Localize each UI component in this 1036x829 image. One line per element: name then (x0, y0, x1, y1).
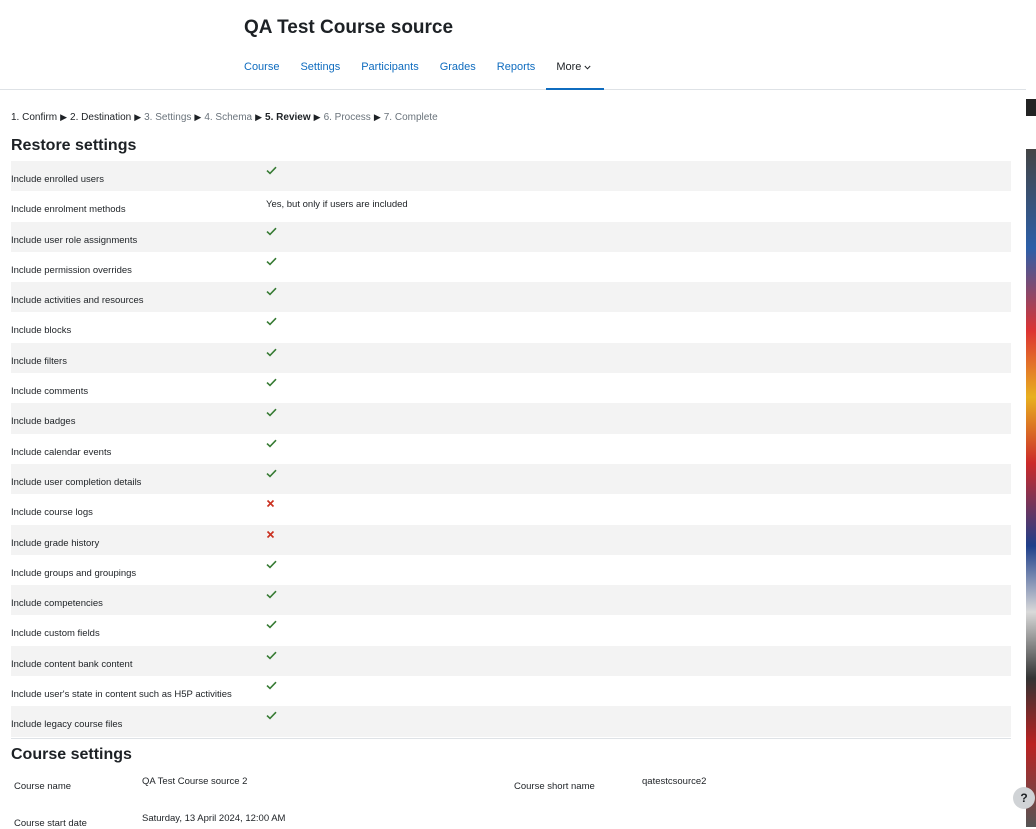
course-name-value: QA Test Course source 2 (142, 776, 248, 787)
check-icon (266, 469, 277, 481)
setting-label: Include permission overrides (11, 264, 132, 276)
breadcrumb-step-schema: 4. Schema (204, 112, 253, 123)
table-row: Include permission overrides (11, 252, 1011, 282)
breadcrumb-step-settings: 3. Settings (144, 112, 192, 123)
restore-settings-table: Include enrolled users Include enrolment … (11, 161, 1011, 737)
table-row: Include calendar events (11, 434, 1011, 464)
table-row: Include blocks (11, 312, 1011, 342)
tab-course[interactable]: Course (244, 61, 279, 89)
check-icon (266, 681, 277, 693)
tab-participants[interactable]: Participants (361, 61, 418, 89)
cross-icon (266, 530, 275, 542)
check-icon (266, 287, 277, 299)
tab-more-label: More (556, 61, 582, 73)
table-row: Include legacy course files (11, 706, 1011, 737)
table-row: Include activities and resources (11, 282, 1011, 313)
check-icon (266, 711, 277, 723)
check-icon (266, 408, 277, 420)
breadcrumb-step-review: 5. Review (265, 112, 311, 123)
course-start-date-value: Saturday, 13 April 2024, 12:00 AM (142, 813, 286, 824)
table-row: Include user's state in content such as … (11, 676, 1011, 706)
breadcrumb-step-complete: 7. Complete (383, 112, 438, 123)
setting-value: Yes, but only if users are included (266, 199, 408, 211)
course-nav: Course Settings Participants Grades Repo… (244, 61, 612, 90)
table-row: Include user completion details (11, 463, 1011, 495)
table-row: Include comments (11, 373, 1011, 403)
table-row: Include groups and groupings (11, 555, 1011, 585)
check-icon (266, 166, 277, 178)
tab-settings[interactable]: Settings (300, 61, 340, 89)
check-icon (266, 317, 277, 329)
triangle-right-icon: ▶ (313, 112, 321, 122)
triangle-right-icon: ▶ (255, 112, 263, 122)
table-row: Include filters (11, 342, 1011, 374)
table-row: Include user role assignments (11, 221, 1011, 252)
setting-label: Include enrolment methods (11, 204, 126, 216)
tab-grades[interactable]: Grades (440, 61, 476, 89)
course-name-label: Course name (14, 781, 72, 792)
setting-label: Include filters (11, 355, 67, 367)
chevron-down-icon (584, 65, 591, 70)
table-row: Include grade history (11, 524, 1011, 555)
triangle-right-icon: ▶ (194, 112, 202, 122)
setting-label: Include user role assignments (11, 234, 138, 246)
setting-label: Include grade history (11, 537, 100, 549)
setting-label: Include user completion details (11, 476, 142, 488)
restore-settings-title: Restore settings (11, 137, 137, 154)
tab-more[interactable]: More (546, 61, 605, 90)
check-icon (266, 227, 277, 239)
course-start-date-label: Course start date (14, 818, 87, 829)
setting-label: Include content bank content (11, 658, 133, 670)
breadcrumb-step-process: 6. Process (323, 112, 371, 123)
setting-label: Include user's state in content such as … (11, 689, 232, 701)
table-row: Include enrolment methods Yes, but only i… (11, 191, 1011, 221)
table-row: Include course logs (11, 494, 1011, 524)
course-header: QA Test Course source Course Settings Pa… (0, 0, 1036, 90)
page-title: QA Test Course source (244, 17, 454, 38)
help-button[interactable]: ? (1013, 787, 1035, 809)
table-row: Include competencies (11, 585, 1011, 616)
check-icon (266, 378, 277, 390)
triangle-right-icon: ▶ (60, 112, 68, 122)
setting-label: Include custom fields (11, 628, 100, 640)
check-icon (266, 620, 277, 632)
course-short-name-label: Course short name (514, 781, 595, 792)
table-row: Include badges (11, 403, 1011, 434)
table-row: Include enrolled users (11, 161, 1011, 192)
setting-label: Include calendar events (11, 446, 112, 458)
table-row: Include custom fields (11, 615, 1011, 645)
course-short-name-value: qatestcsource2 (642, 776, 707, 787)
setting-label: Include groups and groupings (11, 567, 137, 579)
cross-icon (266, 499, 275, 511)
breadcrumb-step-destination: 2. Destination (70, 112, 132, 123)
check-icon (266, 348, 277, 360)
triangle-right-icon: ▶ (373, 112, 381, 122)
tab-reports[interactable]: Reports (497, 61, 536, 89)
setting-label: Include badges (11, 416, 76, 428)
check-icon (266, 257, 277, 269)
triangle-right-icon: ▶ (134, 112, 142, 122)
setting-label: Include competencies (11, 598, 103, 610)
check-icon (266, 560, 277, 572)
breadcrumb-step-confirm: 1. Confirm (11, 112, 58, 123)
setting-label: Include comments (11, 386, 89, 398)
course-settings-title: Course settings (11, 746, 132, 763)
breadcrumb: 1. Confirm ▶ 2. Destination ▶ 3. Settings ▶ 4.… (11, 112, 438, 123)
setting-label: Include course logs (11, 507, 93, 519)
side-image-strip (1026, 0, 1036, 827)
check-icon (266, 590, 277, 602)
section-divider (11, 738, 1011, 739)
setting-label: Include enrolled users (11, 174, 104, 185)
table-row: Include content bank content (11, 645, 1011, 677)
check-icon (266, 651, 277, 663)
check-icon (266, 439, 277, 451)
setting-label: Include activities and resources (11, 295, 144, 307)
setting-label: Include blocks (11, 325, 72, 337)
setting-label: Include legacy course files (11, 719, 123, 731)
